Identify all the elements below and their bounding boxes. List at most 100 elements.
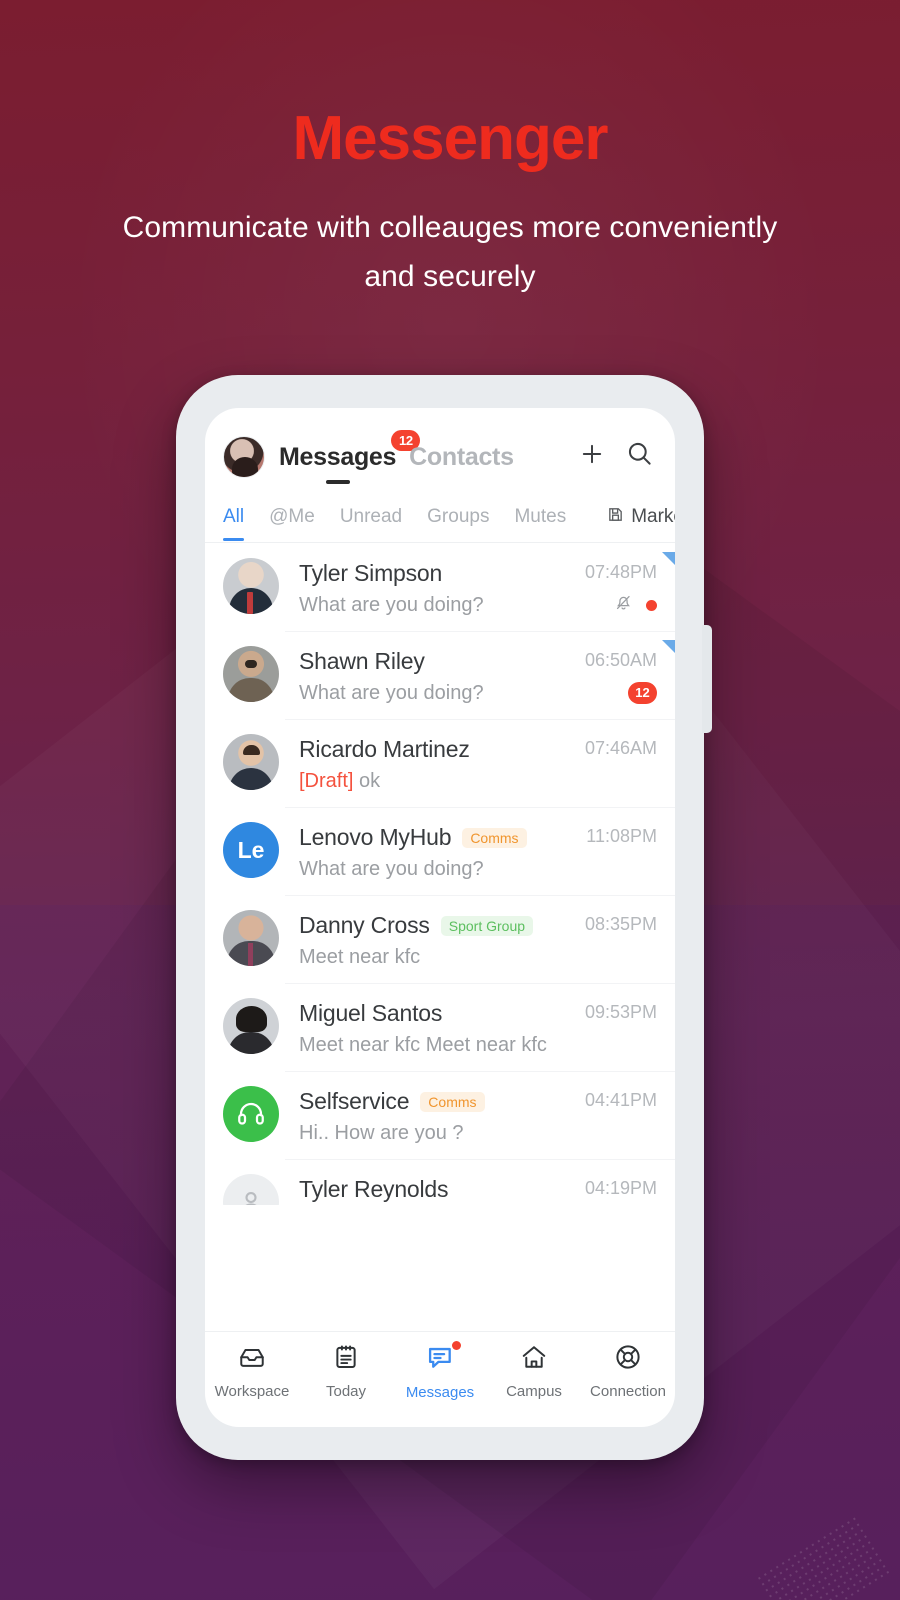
conversation-meta: 04:19PM [561, 1174, 657, 1199]
nav-item-workspace[interactable]: Workspace [205, 1343, 299, 1400]
conversation-title-row: Miguel Santos [299, 1000, 561, 1027]
phone-screen: Messages 12 Contacts All @Me Unread Grou… [205, 408, 675, 1364]
conversation-time: 11:08PM [586, 826, 657, 846]
conversation-body: Ricardo Martinez [Draft] ok [299, 734, 561, 793]
filter-marked-label: Marked [631, 506, 675, 527]
filter-at-me[interactable]: @Me [269, 506, 315, 540]
conversation-row[interactable]: Le Lenovo MyHub Comms What are you doing? 11… [205, 807, 675, 895]
filter-all[interactable]: All [223, 506, 245, 541]
phone-side-button[interactable] [702, 625, 712, 733]
conversation-preview: [Draft] ok [299, 770, 381, 792]
nav-notification-dot [452, 1341, 461, 1350]
tab-messages[interactable]: Messages 12 [279, 429, 421, 484]
conversation-meta: 08:35PM [561, 910, 657, 935]
conversation-title-row: Ricardo Martinez [299, 736, 561, 763]
conversation-time: 07:46AM [584, 738, 657, 758]
conversation-body: Shawn Riley What are you doing? [299, 646, 561, 705]
unread-dot [646, 599, 657, 611]
nav-item-label: Connection [590, 1383, 666, 1400]
filter-groups[interactable]: Groups [427, 506, 489, 540]
conversation-body: Danny Cross Sport Group Meet near kfc [299, 910, 561, 969]
conversation-preview: Hi.. How are you ? [299, 1122, 464, 1144]
conversation-tag: Comms [420, 1091, 485, 1112]
conversation-row[interactable]: Tyler Simpson What are you doing? 07:48PM [205, 543, 675, 631]
avatar[interactable]: Le [223, 822, 279, 878]
conversation-row[interactable]: Miguel Santos Meet near kfc Meet near kfc… [205, 983, 675, 1071]
filter-unread[interactable]: Unread [340, 506, 402, 540]
conversation-meta: 06:50AM 12 [561, 646, 657, 704]
conversation-meta: 07:48PM [561, 558, 657, 616]
inbox-icon [238, 1343, 266, 1376]
clipboard-icon [332, 1343, 360, 1376]
conversation-body: Miguel Santos Meet near kfc Meet near kfc [299, 998, 561, 1057]
conversation-indicators [614, 594, 657, 616]
save-icon [607, 506, 624, 529]
headset-avatar-icon[interactable] [223, 1086, 279, 1142]
conversation-meta: 09:53PM [561, 998, 657, 1023]
nav-item-messages[interactable]: Messages [393, 1341, 487, 1401]
conversation-name: Shawn Riley [299, 648, 425, 674]
conversation-tag: Sport Group [440, 915, 534, 936]
conversation-row[interactable]: Tyler ReynoldsShall we go for a tour 04:1… [205, 1159, 675, 1205]
conversation-preview: What are you doing? [299, 682, 484, 704]
conversation-name: Danny Cross [299, 912, 430, 938]
conversation-name: Tyler Reynolds [299, 1176, 449, 1202]
conversation-time: 04:41PM [584, 1090, 657, 1110]
draft-label: [Draft] [299, 770, 354, 792]
phone-mockup: Messages 12 Contacts All @Me Unread Grou… [176, 375, 712, 1460]
conversation-indicators: 12 [628, 682, 657, 704]
avatar[interactable] [223, 910, 279, 966]
conversation-title-row: Danny Cross Sport Group [299, 912, 561, 939]
lifering-icon [614, 1343, 642, 1376]
mute-bell-icon [614, 593, 633, 617]
nav-item-label: Today [325, 1383, 367, 1400]
conversation-preview: Meet near kfc Meet near kfc [299, 1034, 547, 1056]
avatar[interactable] [223, 998, 279, 1054]
conversation-row[interactable]: Danny Cross Sport Group Meet near kfc 08:35… [205, 895, 675, 983]
conversation-time: 08:35PM [584, 914, 657, 934]
nav-item-label: Campus [506, 1383, 562, 1400]
filter-mutes[interactable]: Mutes [514, 506, 566, 540]
hero-section: Messenger Communicate with colleauges mo… [0, 108, 900, 301]
conversation-row[interactable]: Selfservice Comms Hi.. How are you ? 04:41P… [205, 1071, 675, 1159]
avatar[interactable] [223, 558, 279, 614]
home-icon [520, 1343, 548, 1376]
nav-item-connection[interactable]: Connection [581, 1343, 675, 1400]
header-tabs: Messages 12 Contacts [279, 429, 578, 484]
avatar[interactable] [223, 734, 279, 790]
conversation-title-row: Selfservice Comms [299, 1088, 561, 1115]
nav-item-label: Workspace [214, 1383, 290, 1400]
app-header: Messages 12 Contacts [205, 408, 675, 496]
conversation-title-row: Tyler Reynolds [299, 1176, 561, 1203]
unread-count-badge: 12 [628, 682, 657, 704]
search-icon[interactable] [626, 440, 653, 472]
tab-messages-label: Messages [279, 442, 397, 471]
nav-item-today[interactable]: Today [299, 1343, 393, 1400]
conversation-time: 06:50AM [584, 650, 657, 670]
conversation-row[interactable]: Shawn Riley What are you doing? 06:50AM 12 [205, 631, 675, 719]
conversation-preview: Meet near kfc [299, 946, 421, 968]
conversation-preview: What are you doing? [299, 594, 484, 616]
conversation-time: 07:48PM [584, 562, 657, 582]
page-title: Messenger [292, 104, 609, 173]
conversation-title-row: Tyler Simpson [299, 560, 561, 587]
flag-marker-icon [662, 552, 675, 565]
conversation-body: Selfservice Comms Hi.. How are you ? [299, 1086, 561, 1145]
conversation-list[interactable]: Tyler Simpson What are you doing? 07:48PM S… [205, 543, 675, 1205]
filter-marked[interactable]: Marked [607, 506, 675, 541]
avatar[interactable] [223, 646, 279, 702]
conversation-name: Tyler Simpson [299, 560, 443, 586]
tab-contacts[interactable]: Contacts [409, 443, 514, 472]
conversation-body: Lenovo MyHub Comms What are you doing? [299, 822, 561, 881]
add-icon[interactable] [578, 440, 606, 473]
conversation-row[interactable]: Ricardo Martinez [Draft] ok 07:46AM [205, 719, 675, 807]
nav-item-campus[interactable]: Campus [487, 1343, 581, 1400]
conversation-title-row: Shawn Riley [299, 648, 561, 675]
conversation-time: 09:53PM [584, 1002, 657, 1022]
tab-active-underline [325, 479, 350, 484]
conversation-name: Ricardo Martinez [299, 736, 470, 762]
bottom-navigation: Workspace Today Messages Campus Connection [205, 1331, 675, 1427]
person-avatar-icon[interactable] [223, 1174, 279, 1205]
avatar[interactable] [223, 436, 265, 478]
flag-marker-icon [662, 640, 675, 653]
